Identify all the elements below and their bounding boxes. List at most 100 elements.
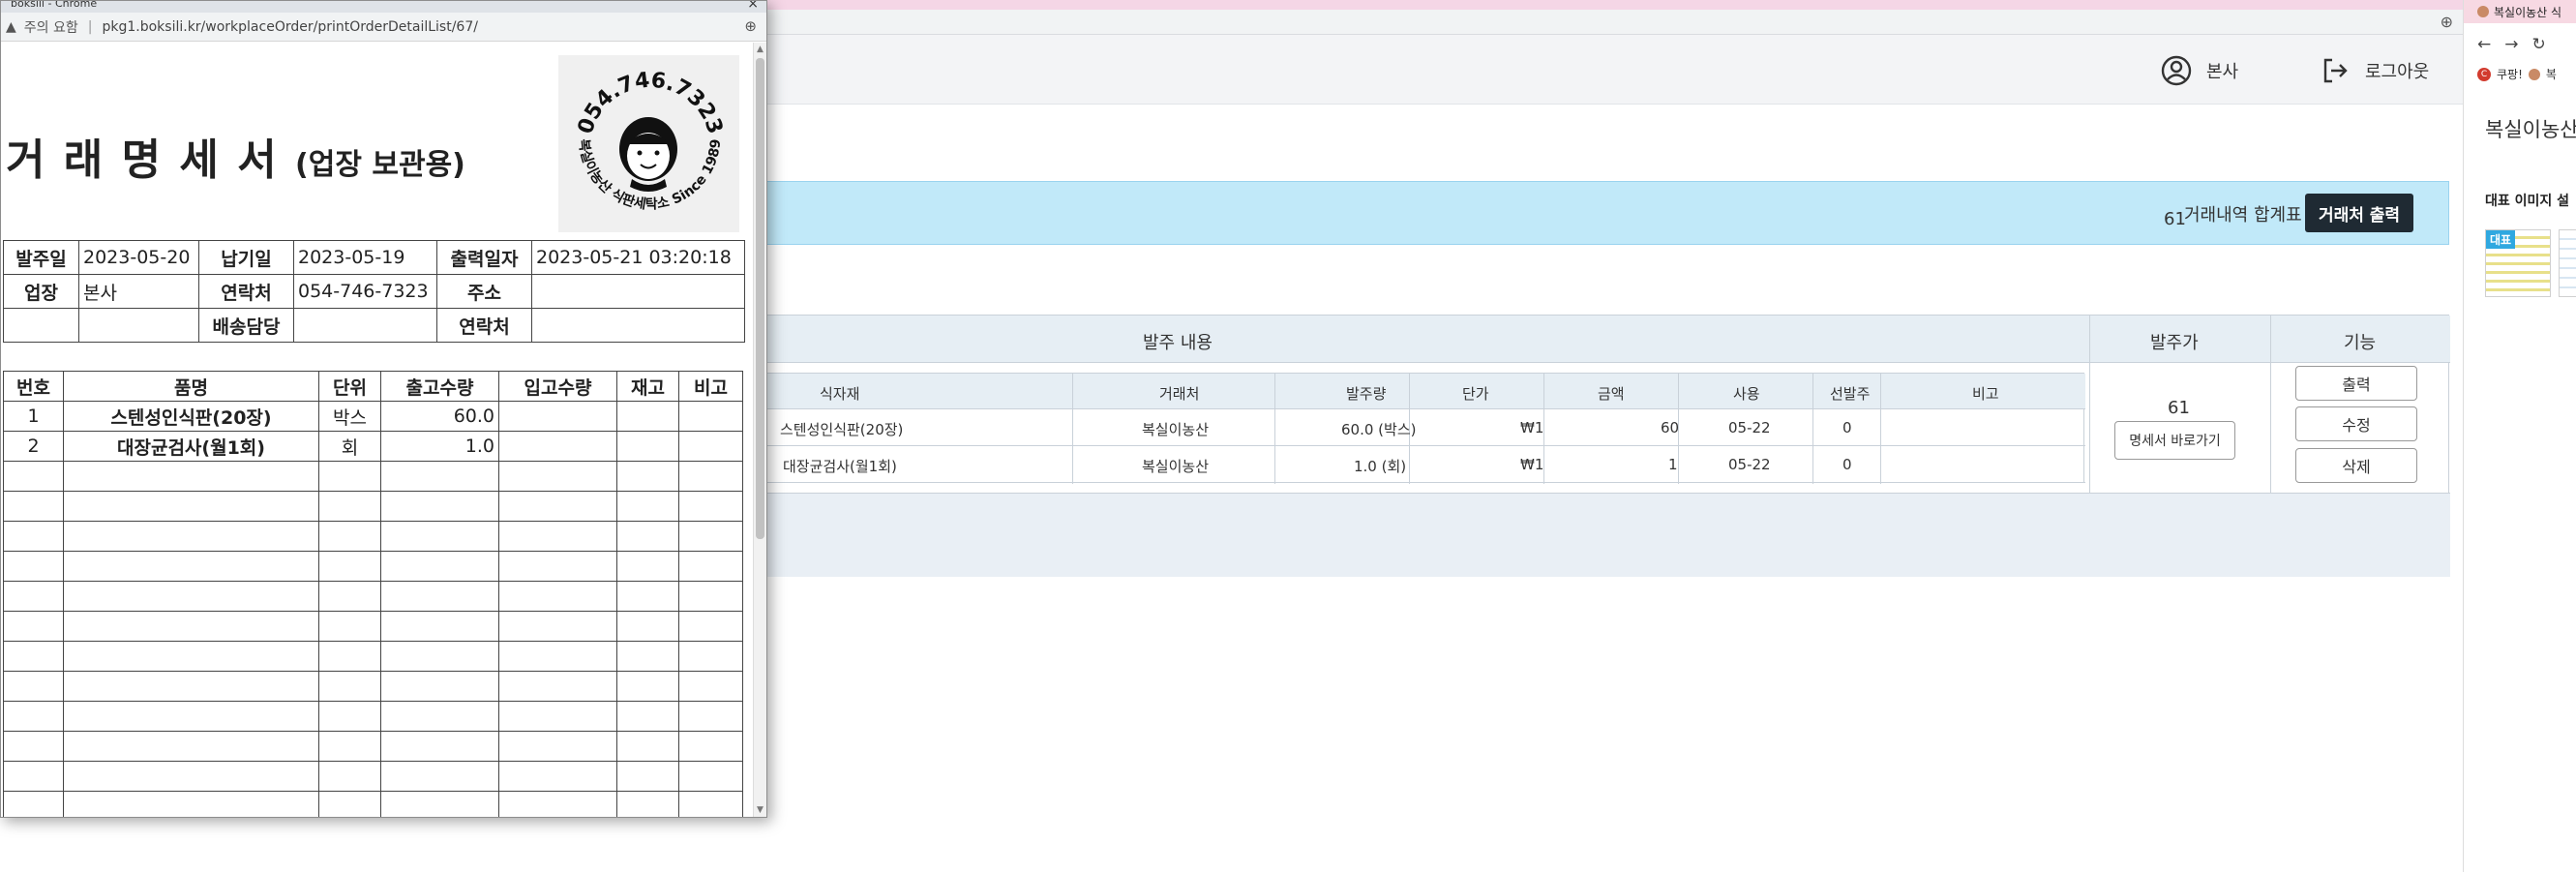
empty-cell bbox=[63, 641, 319, 672]
print-button[interactable]: 출력 bbox=[2295, 366, 2417, 401]
contact2-value bbox=[531, 308, 745, 343]
empty-cell bbox=[380, 611, 499, 642]
empty-cell bbox=[318, 491, 381, 522]
cell-amount: 1 bbox=[1668, 456, 1678, 473]
empty-cell bbox=[498, 521, 617, 552]
table-header-row: 번호 품명 단위 출고수량 입고수량 재고 비고 bbox=[3, 371, 743, 402]
cell-qty: 1.0 (회) bbox=[1354, 458, 1407, 475]
header-note: 비고 bbox=[678, 371, 743, 402]
zoom-icon[interactable]: ⊕ bbox=[744, 17, 757, 35]
empty-cell bbox=[318, 731, 381, 762]
empty-cell bbox=[616, 701, 679, 732]
empty-cell bbox=[3, 308, 79, 343]
empty-cell bbox=[380, 761, 499, 792]
bookmark-link[interactable]: 복 bbox=[2546, 66, 2557, 82]
thumbnail-image[interactable]: 대표 bbox=[2485, 229, 2551, 297]
empty-cell bbox=[318, 791, 381, 817]
user-menu-button[interactable]: 본사 bbox=[2160, 54, 2238, 87]
screen: ⊕ 본사 로그아웃 거래내역 합계표 거래처 출력 발주 내용 발주가 기능 식… bbox=[0, 0, 2576, 872]
cell-use: 05-22 bbox=[1728, 419, 1771, 436]
empty-cell bbox=[380, 641, 499, 672]
header-unit: 단위 bbox=[318, 371, 381, 402]
bookmark-link[interactable]: 쿠팡! bbox=[2497, 66, 2523, 82]
cell-unit-price: ₩1 bbox=[1520, 456, 1544, 473]
header-order-price: 발주가 bbox=[2150, 333, 2199, 353]
cell-note bbox=[678, 431, 743, 462]
empty-table-row bbox=[3, 761, 743, 792]
page-title: 복실이농산 bbox=[2485, 118, 2576, 141]
empty-cell bbox=[3, 671, 64, 702]
forward-icon[interactable]: → bbox=[2504, 35, 2518, 54]
site-label: 업장 bbox=[3, 274, 79, 309]
empty-cell bbox=[318, 761, 381, 792]
tab-title: 복실이농산 식 bbox=[2494, 5, 2562, 19]
empty-cell bbox=[678, 791, 743, 817]
user-label: 본사 bbox=[2206, 62, 2239, 82]
table-row: 2 대장균검사(월1회) 회 1.0 bbox=[3, 431, 743, 462]
header-no: 번호 bbox=[3, 371, 64, 402]
col-vendor: 거래처 bbox=[1159, 385, 1200, 403]
back-icon[interactable]: ← bbox=[2477, 35, 2491, 54]
header-in-qty: 입고수량 bbox=[498, 371, 617, 402]
empty-cell bbox=[380, 671, 499, 702]
empty-table-row bbox=[3, 641, 743, 672]
cell-in-qty bbox=[498, 431, 617, 462]
delete-button[interactable]: 삭제 bbox=[2295, 448, 2417, 483]
empty-cell bbox=[616, 671, 679, 702]
scroll-up-icon[interactable]: ▲ bbox=[757, 45, 764, 54]
logout-button[interactable]: 로그아웃 bbox=[2319, 54, 2429, 87]
cell-unit: 박스 bbox=[318, 401, 381, 432]
document-title-sub: (업장 보관용) bbox=[295, 148, 465, 182]
summary-label: 거래내역 합계표 bbox=[2184, 205, 2302, 226]
statement-document: 거 래 명 세 서 (업장 보관용) 054.746.7323 복실이농산 식판… bbox=[1, 43, 753, 817]
cell-unit-price: ₩1 bbox=[1520, 419, 1544, 436]
scroll-down-icon[interactable]: ▼ bbox=[757, 805, 764, 815]
stamp-logo-icon: 054.746.7323 복실이농산 식판세탁소 Since 1989 bbox=[574, 69, 728, 213]
empty-cell bbox=[380, 461, 499, 492]
header-function: 기능 bbox=[2344, 333, 2377, 353]
empty-cell bbox=[678, 611, 743, 642]
empty-cell bbox=[3, 761, 64, 792]
popup-scrollbar[interactable]: ▲ ▼ bbox=[753, 43, 766, 817]
delivery-person-label: 배송담당 bbox=[198, 308, 294, 343]
thumbnail-image[interactable] bbox=[2559, 229, 2576, 297]
empty-cell bbox=[498, 761, 617, 792]
empty-cell bbox=[380, 701, 499, 732]
zoom-icon[interactable]: ⊕ bbox=[2441, 13, 2453, 31]
print-client-button[interactable]: 거래처 출력 bbox=[2305, 194, 2413, 232]
empty-table-row bbox=[3, 731, 743, 762]
cell-stock bbox=[616, 431, 679, 462]
reload-icon[interactable]: ↻ bbox=[2532, 35, 2546, 54]
go-statement-button[interactable]: 명세서 바로가기 bbox=[2114, 421, 2235, 460]
url-text[interactable]: pkg1.boksili.kr/workplaceOrder/printOrde… bbox=[102, 19, 477, 35]
cell-unit: 회 bbox=[318, 431, 381, 462]
empty-cell bbox=[63, 701, 319, 732]
empty-cell bbox=[63, 761, 319, 792]
col-use: 사용 bbox=[1733, 385, 1760, 403]
empty-table-row bbox=[3, 791, 743, 817]
empty-cell bbox=[63, 671, 319, 702]
popup-title: boksili - Chrome bbox=[11, 1, 98, 10]
browser-tab[interactable]: 복실이농산 식 bbox=[2464, 0, 2576, 23]
edit-button[interactable]: 수정 bbox=[2295, 406, 2417, 441]
empty-cell bbox=[3, 521, 64, 552]
order-date-value: 2023-05-20 bbox=[78, 240, 199, 275]
empty-cell bbox=[678, 641, 743, 672]
popup-address-bar[interactable]: ▲ 주의 요함 | pkg1.boksili.kr/workplaceOrder… bbox=[1, 13, 766, 42]
security-warning[interactable]: 주의 요함 bbox=[24, 17, 78, 37]
empty-cell bbox=[678, 731, 743, 762]
scrollbar-thumb[interactable] bbox=[756, 58, 764, 539]
empty-cell bbox=[380, 731, 499, 762]
close-icon[interactable]: × bbox=[747, 1, 759, 12]
divider: | bbox=[87, 18, 93, 35]
table-row: 배송담당 연락처 bbox=[3, 308, 745, 343]
empty-cell bbox=[63, 611, 319, 642]
warning-icon[interactable]: ▲ bbox=[6, 19, 16, 35]
empty-cell bbox=[498, 791, 617, 817]
statement-items-table: 번호 품명 단위 출고수량 입고수량 재고 비고 1 스텐성인식판(20장) 박… bbox=[3, 371, 743, 817]
empty-cell bbox=[616, 641, 679, 672]
cell-vendor: 복실이농산 bbox=[1142, 458, 1210, 475]
print-popup-window: boksili - Chrome × ▲ 주의 요함 | pkg1.boksil… bbox=[0, 0, 767, 818]
cell-item: 스텐성인식판(20장) bbox=[780, 421, 904, 438]
cell-use: 05-22 bbox=[1728, 456, 1771, 473]
